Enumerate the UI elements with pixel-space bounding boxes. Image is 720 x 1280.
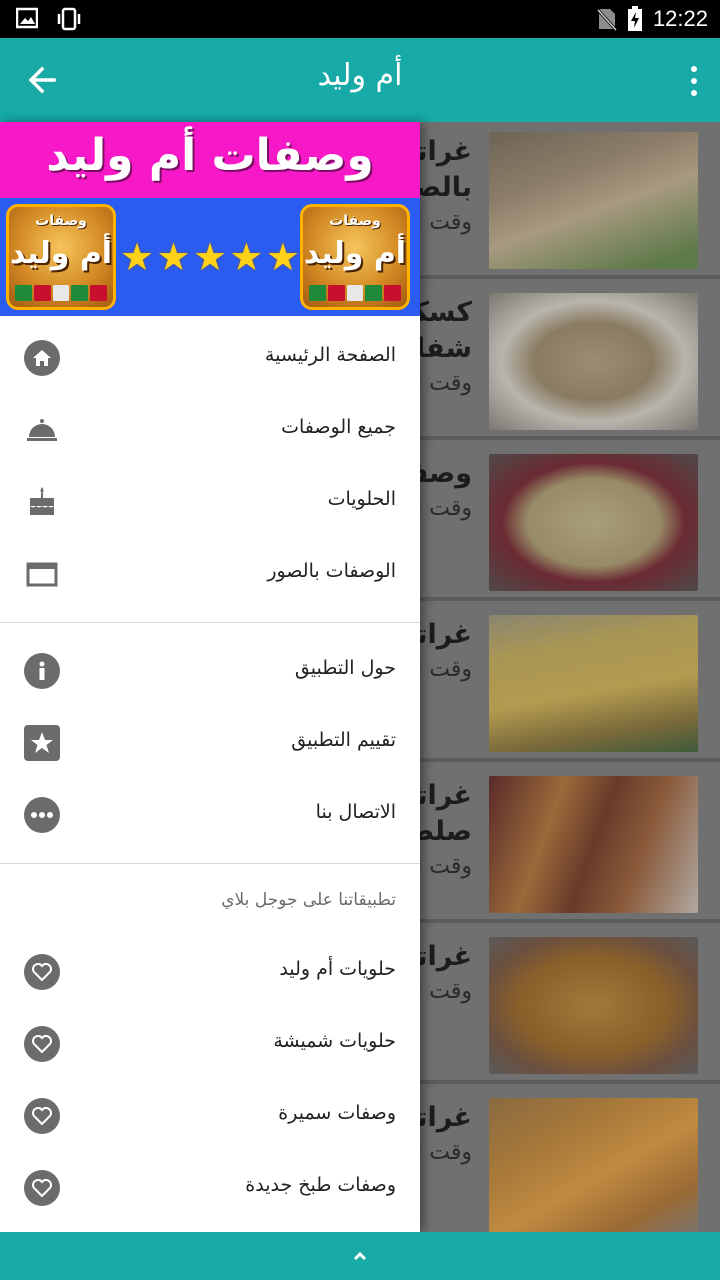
heart-icon (24, 954, 60, 990)
menu-item-sweets[interactable]: الحلويات (0, 466, 420, 538)
app-bar-title: أم وليد (317, 58, 403, 93)
status-bar: 12:22 (0, 0, 720, 38)
clock: 12:22 (652, 6, 708, 31)
recipe-thumbnail (489, 615, 698, 752)
menu-item-label: جميع الوصفات (281, 416, 396, 438)
menu-item-store-app[interactable]: وصفات طبخ جديدة (0, 1152, 420, 1224)
vibrate-icon (57, 7, 81, 31)
menu-item-all-recipes[interactable]: جميع الوصفات (0, 394, 420, 466)
menu-item-home[interactable]: الصفحة الرئيسية (0, 322, 420, 394)
no-sim-icon (596, 8, 617, 31)
menu-item-store-app[interactable]: حلويات أم وليد (0, 936, 420, 1008)
menu-item-label: حلويات أم وليد (279, 958, 396, 980)
app-logo: وصفات أم وليد (300, 204, 410, 310)
recipe-thumbnail (489, 776, 698, 913)
image-notification-icon (16, 7, 38, 29)
app-bar: أم وليد (0, 38, 720, 122)
battery-charging-icon (627, 6, 642, 31)
section-header: تطبيقاتنا على جوجل بلاي (221, 890, 396, 910)
info-icon (24, 653, 60, 689)
menu-item-label: الحلويات (327, 488, 396, 510)
menu-item-label: حلويات شميشة (273, 1030, 396, 1052)
drawer-banner-title: وصفات أم وليد (0, 122, 420, 198)
star-icon: ★ (120, 235, 155, 279)
home-icon (24, 340, 60, 376)
app-logo: وصفات أم وليد (6, 204, 116, 310)
chat-icon (24, 797, 60, 833)
star-icon: ★ (156, 235, 191, 279)
cloche-icon (24, 412, 60, 448)
star-icon: ★ (229, 235, 264, 279)
recipe-thumbnail (489, 454, 698, 591)
recipe-thumbnail (489, 937, 698, 1074)
rating-stars: ★ ★ ★ ★ ★ (120, 234, 300, 280)
star-icon: ★ (192, 235, 228, 279)
recipe-thumbnail (489, 132, 698, 269)
menu-item-label: وصفات طبخ جديدة (245, 1174, 396, 1196)
menu-item-store-app[interactable]: وصفات سميرة (0, 1080, 420, 1152)
menu-item-photo-recipes[interactable]: الوصفات بالصور (0, 538, 420, 610)
menu-item-rate-app[interactable]: تقييم التطبيق (0, 707, 420, 779)
menu-item-about[interactable]: حول التطبيق (0, 635, 420, 707)
bottom-bar[interactable] (0, 1232, 720, 1280)
menu-item-label: وصفات سميرة (278, 1102, 396, 1124)
drawer-menu: الصفحة الرئيسية جميع الوصفات الحلويات ال… (0, 316, 420, 1224)
drawer-banner-logos: وصفات أم وليد ★ ★ ★ ★ ★ وصفات أم وليد (0, 198, 420, 316)
cake-icon (24, 484, 60, 520)
menu-item-contact[interactable]: الاتصال بنا (0, 779, 420, 851)
heart-icon (24, 1026, 60, 1062)
picture-icon (24, 556, 60, 592)
heart-icon (24, 1170, 60, 1206)
chevron-up-icon[interactable] (350, 1246, 370, 1266)
more-options-icon[interactable] (688, 66, 700, 96)
menu-item-label: الوصفات بالصور (267, 560, 396, 582)
menu-item-label: تقييم التطبيق (291, 729, 396, 751)
star-icon: ★ (265, 235, 300, 279)
menu-item-store-app[interactable]: حلويات شميشة (0, 1008, 420, 1080)
recipe-thumbnail (489, 293, 698, 430)
menu-item-label: حول التطبيق (294, 657, 396, 679)
menu-item-label: الاتصال بنا (315, 801, 396, 823)
recipe-thumbnail (489, 1098, 698, 1235)
menu-item-label: الصفحة الرئيسية (264, 344, 396, 366)
heart-icon (24, 1098, 60, 1134)
navigation-drawer: وصفات أم وليد وصفات أم وليد ★ ★ ★ ★ ★ وص… (0, 122, 420, 1232)
star-icon (24, 725, 60, 761)
